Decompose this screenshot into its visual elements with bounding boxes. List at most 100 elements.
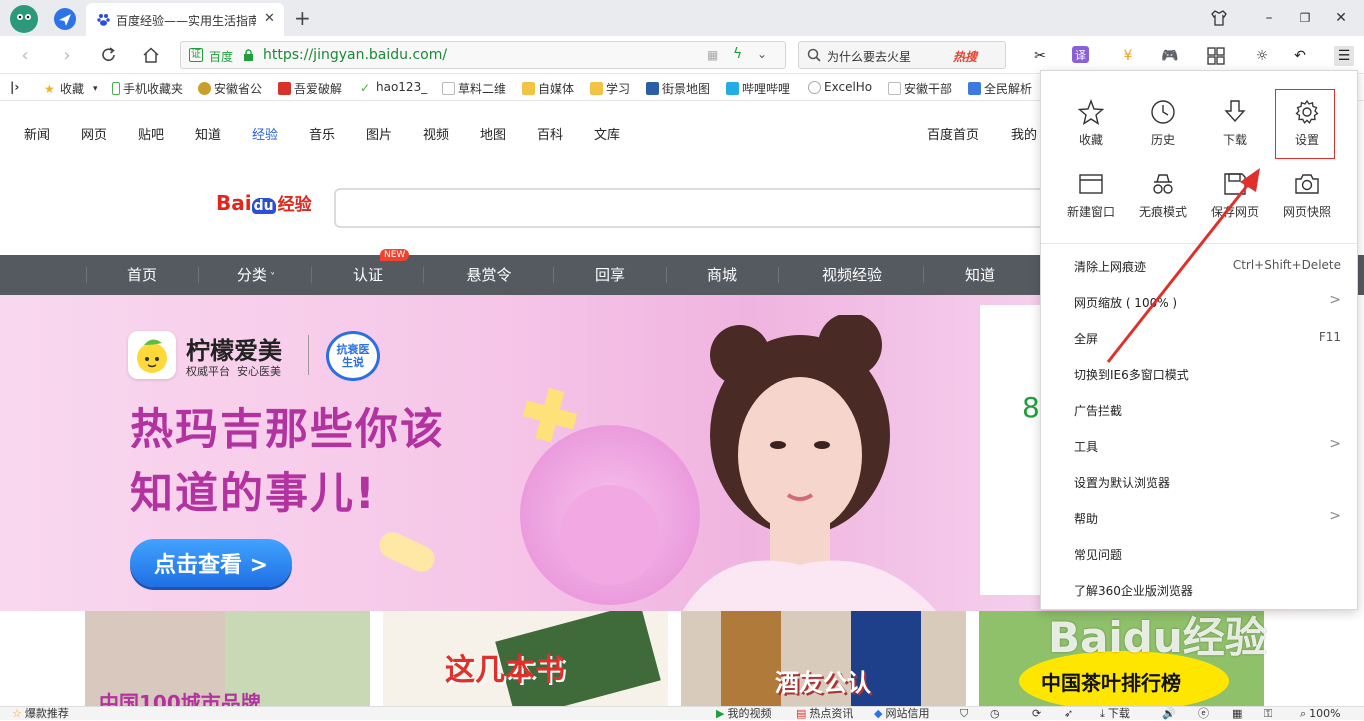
article-card[interactable]: 中国100城市品牌 [85,611,370,706]
close-window-button[interactable]: ✕ [1324,0,1358,36]
nav-item-zhidao[interactable]: 知道 [934,255,1026,295]
menu-help[interactable]: 帮助 > [1041,500,1357,536]
jingyan-search-input[interactable] [334,188,1054,228]
hot-search-label[interactable]: 热搜 [953,48,977,65]
top-link[interactable]: 百科 [537,124,563,143]
wallet-icon[interactable]: ¥ [1118,46,1138,66]
undo-icon[interactable]: ↶ [1290,46,1310,66]
top-link[interactable]: 视频 [423,124,449,143]
status-news[interactable]: ▤ 热点资讯 [796,707,853,721]
refresh-icon[interactable] [98,44,120,66]
star-icon [1078,99,1104,125]
unlock-icon[interactable]: ⚿ [1264,707,1272,721]
view-now-button[interactable]: 点击查看 > [130,539,292,587]
menu-snapshot[interactable]: 网页快照 [1272,171,1342,237]
lightning-icon[interactable]: ϟ [733,46,742,62]
menu-enterprise[interactable]: 了解360企业版浏览器 [1041,572,1357,608]
bookmark-item[interactable]: 吾爱破解 [278,80,342,97]
menu-hamburger-icon[interactable]: ☰ [1334,46,1354,66]
chevron-down-icon[interactable]: ⌄ [757,47,767,61]
nav-divider [553,267,554,283]
menu-default-browser[interactable]: 设置为默认浏览器 [1041,464,1357,500]
game-controller-icon[interactable]: 🎮 [1160,46,1180,66]
status-trust[interactable]: ◆ 网站信用 [874,707,929,721]
article-card[interactable]: 这几本书 [383,611,668,706]
menu-adblock[interactable]: 广告拦截 [1041,392,1357,428]
search-box[interactable]: 为什么要去火星 热搜 [798,41,1006,69]
qrcode-icon[interactable]: ▦ [707,48,718,62]
bookmark-item[interactable]: ExcelHo [808,80,872,94]
baidu-home-link[interactable]: 百度首页 [927,124,979,143]
edge-icon[interactable]: ⓔ [1198,707,1209,721]
bookmark-item[interactable]: 安徽干部 [888,80,952,97]
menu-downloads[interactable]: 下载 [1200,99,1270,165]
nav-item-mall[interactable]: 商城 [676,255,768,295]
bookmark-item[interactable]: 安徽省公 [198,80,262,97]
nav-item-home[interactable]: 首页 [96,255,188,295]
bookmarks-toggle-icon[interactable]: |› [10,80,19,94]
browser-avatar-icon[interactable] [10,5,38,33]
bookmark-item[interactable]: 学习 [590,80,630,97]
search-icon [807,48,821,62]
clock-status-icon[interactable]: ◷ [990,707,1000,721]
tab-close-icon[interactable]: ✕ [264,11,275,26]
bookmark-item[interactable]: 手机收藏夹 [112,80,183,97]
maximize-button[interactable]: ❐ [1288,0,1322,36]
bookmark-item[interactable]: 哔哩哔哩 [726,80,790,97]
url-text[interactable]: https://jingyan.baidu.com/ [263,47,447,63]
nav-item-bounty[interactable]: 悬赏令 [434,255,544,295]
address-bar[interactable]: 证 百度 https://jingyan.baidu.com/ ▦ ϟ ⌄ [180,41,786,69]
bookmark-item[interactable]: 全民解析 [968,80,1032,97]
top-link[interactable]: 音乐 [309,124,335,143]
article-card[interactable]: 酒友公认 [681,611,966,706]
menu-tools[interactable]: 工具 > [1041,428,1357,464]
tab-active[interactable]: 百度经验——实用生活指南 ✕ [86,3,284,36]
status-video[interactable]: ▶ 我的视频 [716,707,771,721]
model-portrait-image [660,315,980,611]
translate-icon[interactable]: 译 [1072,46,1089,63]
top-link[interactable]: 文库 [594,124,620,143]
bookmark-item[interactable]: 自媒体 [522,80,574,97]
top-link[interactable]: 网页 [81,124,107,143]
bookmark-item[interactable]: ✓ hao123_ [360,80,427,95]
menu-history[interactable]: 历史 [1128,99,1198,165]
home-icon[interactable] [140,44,162,66]
navigation-compass-icon[interactable] [52,6,78,32]
baidu-jingyan-logo[interactable]: Bai du 经验 [216,190,312,215]
top-link[interactable]: 贴吧 [138,124,164,143]
grid-status-icon[interactable]: ▦ [1232,707,1242,721]
minimize-button[interactable]: – [1252,0,1286,36]
status-download[interactable]: ⤓ 下载 [1100,707,1130,721]
shield-icon[interactable]: ⛉ [960,707,968,721]
scissors-icon[interactable]: ✂ [1030,46,1050,66]
apps-grid-icon[interactable] [1206,46,1226,66]
nav-item-certify[interactable]: 认证 [322,255,414,295]
skin-shirt-icon[interactable] [1210,9,1228,27]
bookmark-item[interactable]: 街景地图 [646,80,710,97]
card-caption: 这几本书 [445,653,565,688]
back-icon[interactable]: ‹ [14,44,36,66]
menu-bookmarks[interactable]: 收藏 [1056,99,1126,165]
brightness-icon[interactable]: ☼ [1252,46,1272,66]
forward-icon[interactable]: › [56,44,78,66]
nav-item-share[interactable]: 回享 [564,255,656,295]
refresh-status-icon[interactable]: ⟳ [1032,707,1041,721]
top-link[interactable]: 知道 [195,124,221,143]
status-promo[interactable]: ☆ 爆款推荐 [12,707,69,721]
bookmark-item[interactable]: ★ 收藏 ▾ [44,80,98,97]
top-link[interactable]: 新闻 [24,124,50,143]
top-link[interactable]: 图片 [366,124,392,143]
top-link[interactable]: 地图 [480,124,506,143]
top-link-active[interactable]: 经验 [252,124,278,143]
my-link[interactable]: 我的 [1011,124,1037,143]
menu-faq[interactable]: 常见问题 [1041,536,1357,572]
nav-item-category[interactable]: 分类 ˅ [210,255,302,295]
status-zoom[interactable]: ⌕ 100% [1300,707,1341,721]
camera-icon [1295,174,1319,194]
nav-item-video[interactable]: 视频经验 [790,255,914,295]
rocket-icon[interactable]: ➶ [1064,707,1073,721]
lock-icon [243,49,254,62]
bookmark-item[interactable]: 草料二维 [442,80,506,97]
new-tab-button[interactable]: + [294,6,311,30]
sound-icon[interactable]: 🔊 [1162,707,1176,721]
